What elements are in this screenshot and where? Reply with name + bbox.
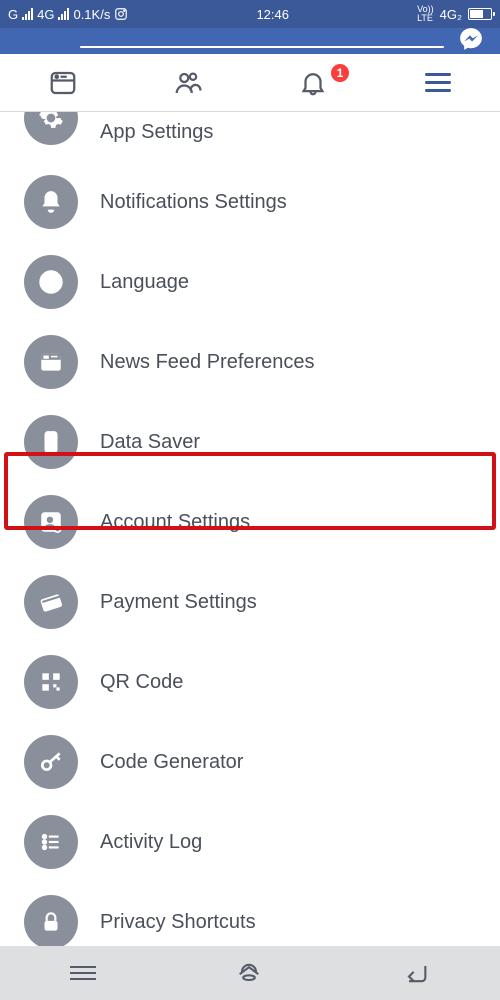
menu-language[interactable]: Language — [0, 242, 500, 322]
phone-icon — [24, 415, 78, 469]
messenger-icon[interactable] — [458, 26, 484, 52]
menu-item-label: Payment Settings — [100, 591, 257, 614]
android-status-bar: G 4G 0.1K/s 12:46 Vo)) LTE 4G₂ — [0, 0, 500, 28]
system-nav-bar — [0, 946, 500, 1000]
network-4g2-indicator: 4G₂ — [440, 7, 462, 22]
clock: 12:46 — [256, 7, 289, 22]
facebook-top-bar — [0, 28, 500, 54]
recent-apps-button[interactable] — [70, 966, 96, 980]
globe-icon — [24, 255, 78, 309]
tab-feed[interactable] — [0, 68, 125, 98]
payment-icon — [24, 575, 78, 629]
qr-icon — [24, 655, 78, 709]
list-icon — [24, 815, 78, 869]
menu-item-label: Notifications Settings — [100, 191, 287, 214]
bell-tab-icon — [298, 68, 328, 98]
menu-item-label: Data Saver — [100, 431, 200, 454]
menu-item-label: Code Generator — [100, 751, 243, 774]
settings-list: App Settings Notifications Settings Lang… — [0, 112, 500, 962]
menu-item-label: Language — [100, 271, 189, 294]
facebook-tab-bar: 1 — [0, 54, 500, 112]
tab-notifications[interactable]: 1 — [250, 68, 375, 98]
notification-badge: 1 — [331, 64, 349, 82]
menu-item-label: Account Settings — [100, 511, 250, 534]
account-settings-icon — [24, 495, 78, 549]
network-4g-indicator: 4G — [37, 7, 54, 22]
key-icon — [24, 735, 78, 789]
menu-item-label: App Settings — [100, 121, 213, 144]
menu-data-saver[interactable]: Data Saver — [0, 402, 500, 482]
signal-bars-icon — [22, 8, 33, 20]
menu-item-label: Privacy Shortcuts — [100, 911, 256, 934]
battery-icon — [468, 8, 492, 20]
menu-item-label: QR Code — [100, 671, 183, 694]
instagram-icon — [114, 7, 128, 21]
menu-item-label: News Feed Preferences — [100, 351, 315, 374]
menu-activity-log[interactable]: Activity Log — [0, 802, 500, 882]
menu-notifications[interactable]: Notifications Settings — [0, 162, 500, 242]
network-type-indicator: G — [8, 7, 18, 22]
menu-code-generator[interactable]: Code Generator — [0, 722, 500, 802]
news-feed-icon — [24, 335, 78, 389]
data-speed-indicator: 0.1K/s — [73, 7, 110, 22]
signal-bars-icon-2 — [58, 8, 69, 20]
menu-app-settings[interactable]: App Settings — [0, 112, 500, 162]
lock-icon — [24, 895, 78, 949]
back-button[interactable] — [402, 959, 430, 987]
menu-news-feed[interactable]: News Feed Preferences — [0, 322, 500, 402]
menu-qr-code[interactable]: QR Code — [0, 642, 500, 722]
feed-tab-icon — [48, 68, 78, 98]
menu-payment-settings[interactable]: Payment Settings — [0, 562, 500, 642]
bell-icon — [24, 175, 78, 229]
menu-item-label: Activity Log — [100, 831, 202, 854]
home-button[interactable] — [235, 959, 263, 987]
friends-tab-icon — [173, 68, 203, 98]
hamburger-icon — [425, 73, 451, 92]
tab-menu[interactable] — [375, 73, 500, 92]
volte-indicator: Vo)) LTE — [417, 5, 434, 23]
menu-account-settings[interactable]: Account Settings — [0, 482, 500, 562]
tab-friends[interactable] — [125, 68, 250, 98]
gear-icon — [24, 112, 78, 145]
